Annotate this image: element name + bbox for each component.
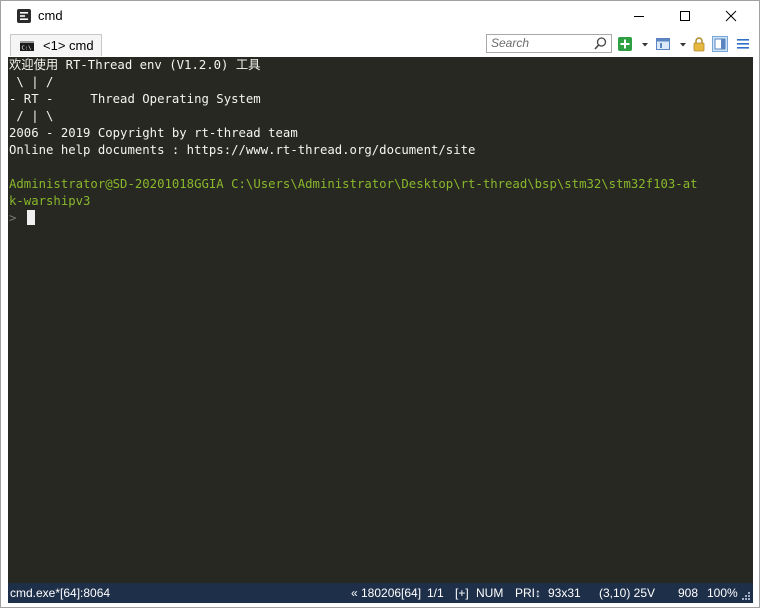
search-input[interactable]: Search (486, 34, 612, 53)
console-output[interactable]: 欢迎使用 RT-Thread env (V1.2.0) 工具 \ | / - R… (8, 57, 753, 583)
new-console-dropdown-icon[interactable] (637, 36, 653, 52)
console-line: - RT - Thread Operating System (9, 92, 261, 106)
console-line: 欢迎使用 RT-Thread env (V1.2.0) 工具 (9, 58, 261, 72)
prompt-path: C:\Users\Administrator\Desktop\rt-thread… (231, 177, 698, 191)
prompt-line: Administrator@SD-20201018GGIA C:\Users\A… (9, 176, 698, 193)
status-cursor-pos[interactable]: (3,10) 25V (599, 586, 655, 600)
tab-console-1[interactable]: C:\ <1> cmd (10, 34, 102, 56)
window-title: cmd (38, 8, 63, 23)
tab-toolbar: C:\ <1> cmd Search (1, 31, 759, 57)
status-process[interactable]: cmd.exe*[64]:8064 (10, 586, 110, 600)
console-app-icon (17, 9, 31, 23)
status-console-index[interactable]: 1/1 (427, 586, 444, 600)
console-line: / | \ (9, 109, 54, 123)
prompt-path-continued: k-warshipv3 (9, 194, 91, 208)
maximize-icon (680, 11, 690, 21)
search-icon[interactable] (593, 36, 608, 51)
input-line[interactable]: > (9, 210, 36, 227)
tab-label: <1> cmd (43, 38, 94, 53)
status-priority[interactable]: PRI↕ (515, 586, 541, 600)
status-size[interactable]: 93x31 (548, 586, 581, 600)
console-line: \ | / (9, 75, 54, 89)
minimize-icon (634, 16, 644, 17)
search-placeholder: Search (491, 36, 530, 50)
svg-text:C:\: C:\ (22, 46, 32, 52)
text-cursor (27, 210, 36, 225)
close-button[interactable] (708, 1, 754, 31)
prompt-symbol: > (9, 211, 17, 225)
new-console-icon[interactable] (617, 36, 633, 52)
console-line: 2006 - 2019 Copyright by rt-thread team (9, 126, 298, 140)
console-line: Online help documents : https://www.rt-t… (9, 143, 476, 157)
conemu-window: cmd C:\ <1> cmd Search 欢迎使用 RT-Thread en… (0, 0, 760, 608)
split-view-icon[interactable] (655, 36, 671, 52)
menu-icon[interactable] (735, 36, 751, 52)
cmd-tab-icon: C:\ (20, 41, 34, 51)
maximize-button[interactable] (662, 1, 708, 31)
split-dropdown-icon[interactable] (675, 36, 691, 52)
status-bar: cmd.exe*[64]:8064 « 180206[64] 1/1 [+] N… (8, 583, 753, 603)
window-layout-icon[interactable] (712, 36, 728, 52)
title-bar[interactable]: cmd (1, 1, 759, 31)
resize-grip-icon[interactable] (741, 591, 751, 601)
status-build[interactable]: « 180206[64] (351, 586, 421, 600)
minimize-button[interactable] (616, 1, 662, 31)
status-zoom[interactable]: 100% (707, 586, 738, 600)
status-memory[interactable]: 908 (678, 586, 698, 600)
prompt-user: Administrator@SD-20201018GGIA (9, 177, 224, 191)
status-num[interactable]: NUM (476, 586, 503, 600)
close-icon (725, 10, 737, 22)
status-plus[interactable]: [+] (455, 586, 469, 600)
lock-icon[interactable] (691, 36, 707, 52)
